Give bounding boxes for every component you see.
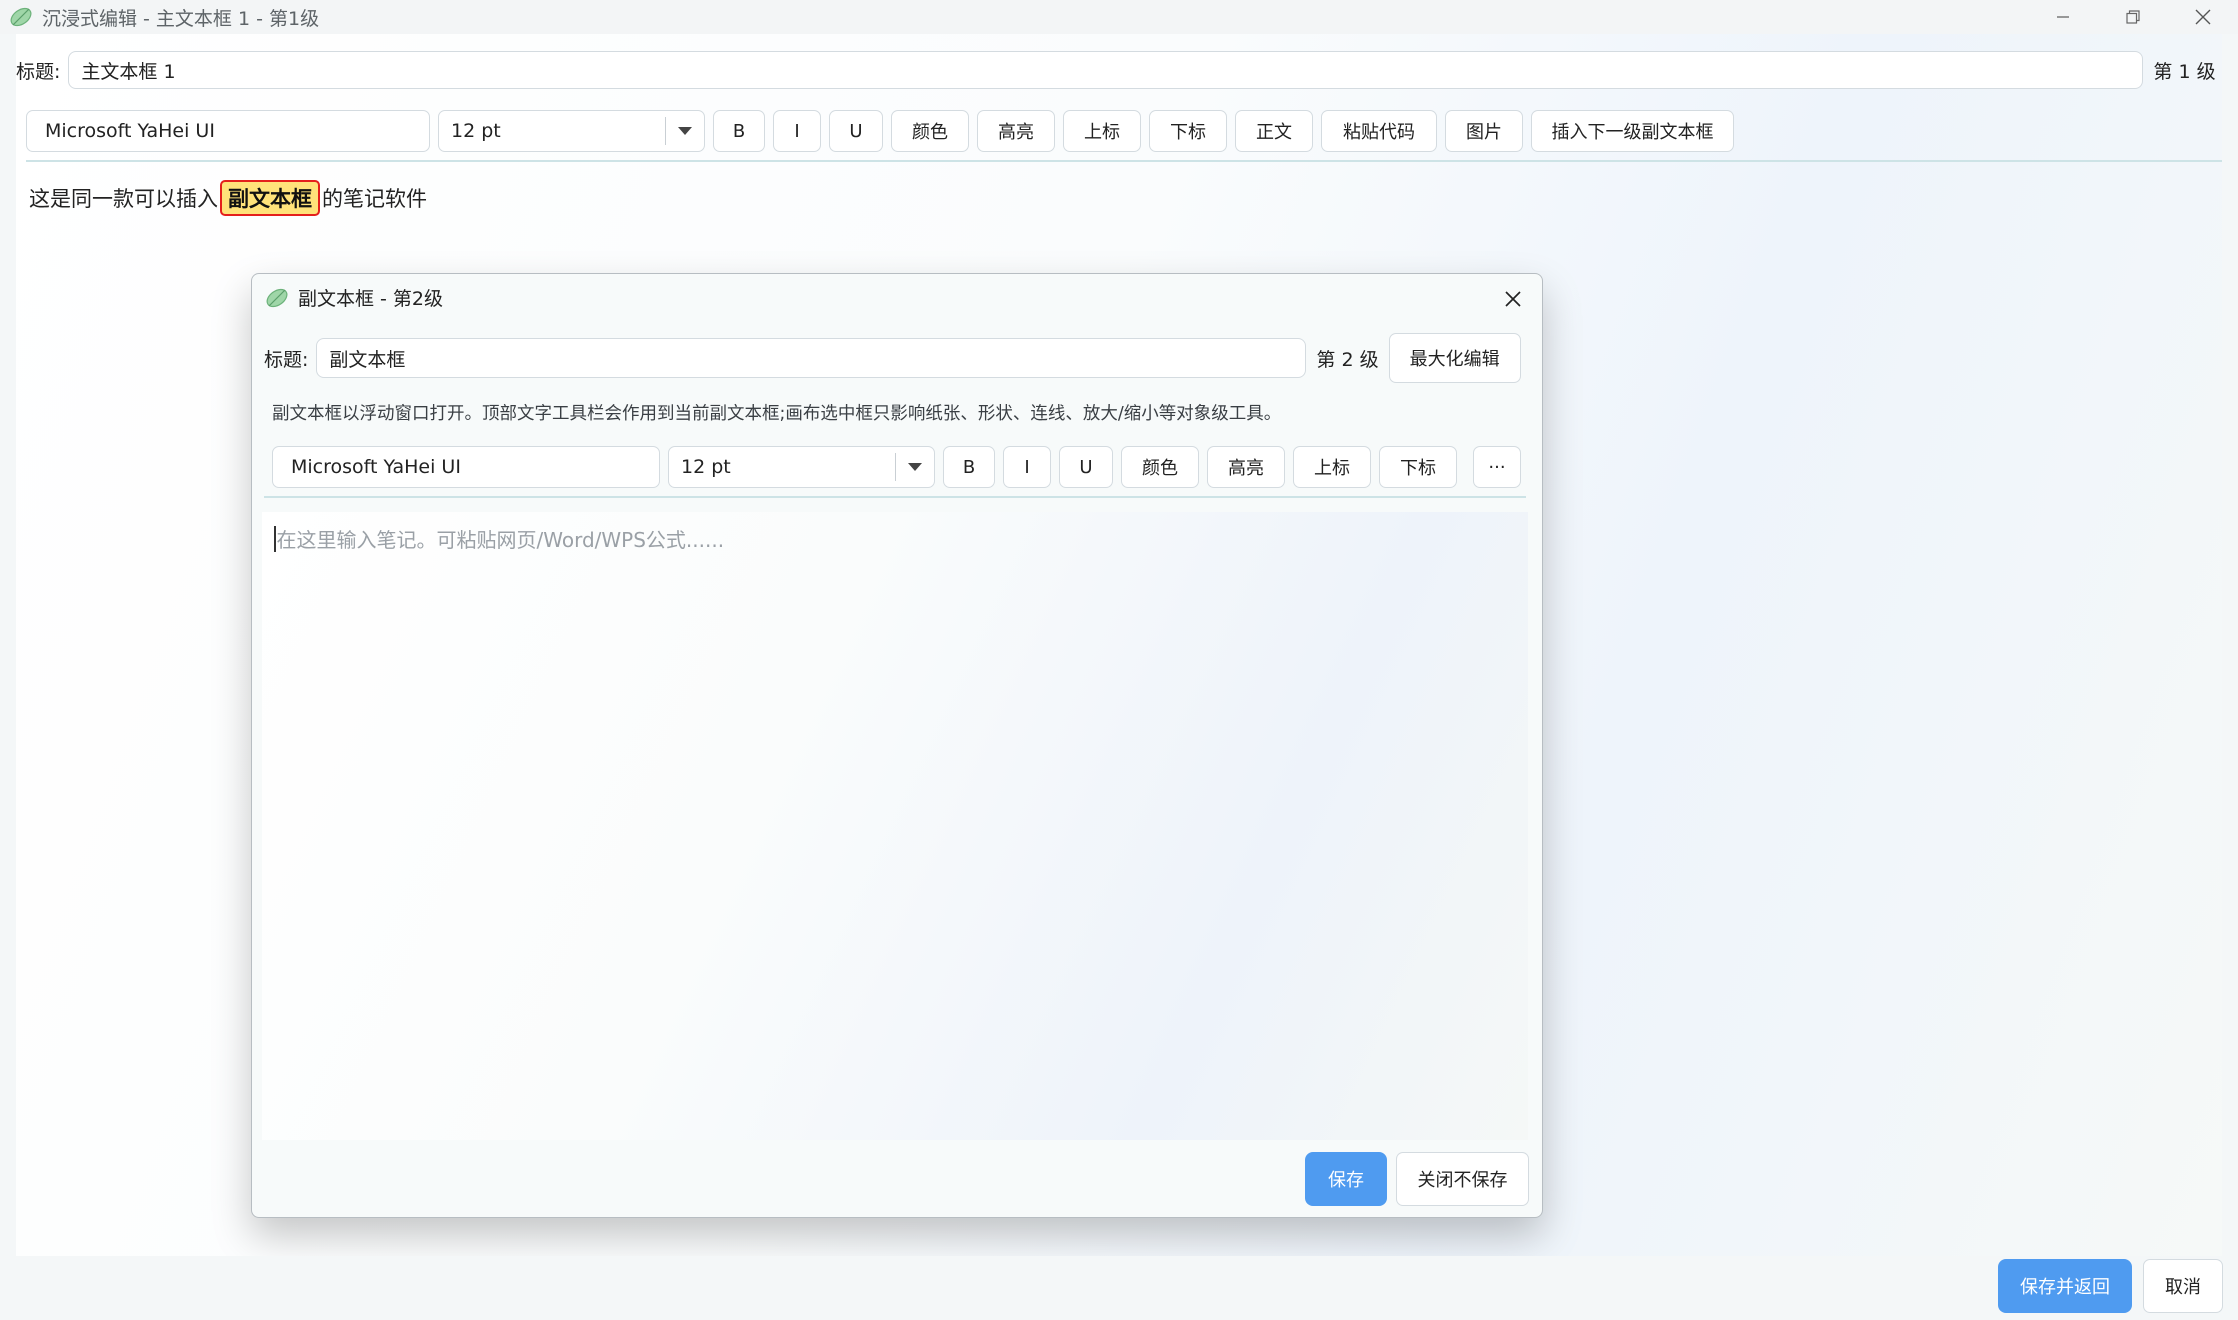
dialog-title-label: 标题: <box>264 348 309 371</box>
save-button[interactable]: 保存 <box>1305 1152 1387 1206</box>
content-text-after: 的笔记软件 <box>322 187 427 211</box>
subtextbox-dialog: 副文本框 - 第2级 标题: 第 2 级 最大化编辑 副文本框以浮动窗口打开。顶… <box>251 273 1543 1218</box>
image-button[interactable]: 图片 <box>1445 110 1523 152</box>
dialog-dropdown-arrow[interactable] <box>895 453 934 481</box>
level-label: 第 1 级 <box>2153 60 2216 83</box>
color-button[interactable]: 颜色 <box>891 110 969 152</box>
main-content[interactable]: 这是同一款可以插入 副文本框 的笔记软件 <box>29 180 427 216</box>
restore-icon <box>2126 10 2140 24</box>
restore-button[interactable] <box>2098 0 2168 34</box>
cancel-button[interactable]: 取消 <box>2143 1259 2223 1313</box>
save-and-return-button[interactable]: 保存并返回 <box>1998 1259 2132 1313</box>
italic-button[interactable]: I <box>773 110 821 152</box>
main-title-input[interactable] <box>68 51 2144 89</box>
close-window-button[interactable] <box>2168 0 2238 34</box>
dialog-title-row: 标题: 第 2 级 最大化编辑 <box>264 333 1534 383</box>
dialog-close-button[interactable] <box>1498 284 1528 314</box>
toolbar-divider <box>26 160 2222 162</box>
dialog-level-label: 第 2 级 <box>1316 348 1379 371</box>
dialog-font-size-select[interactable]: 12 pt <box>668 446 935 488</box>
bold-button[interactable]: B <box>713 110 765 152</box>
more-options-button[interactable]: ··· <box>1473 446 1521 488</box>
bottom-bar <box>0 1256 2238 1320</box>
dialog-highlight-button[interactable]: 高亮 <box>1207 446 1285 488</box>
font-select[interactable]: Microsoft YaHei UI <box>26 110 430 152</box>
minimize-button[interactable] <box>2028 0 2098 34</box>
text-caret <box>274 525 276 552</box>
superscript-button[interactable]: 上标 <box>1063 110 1141 152</box>
dialog-underline-button[interactable]: U <box>1059 446 1113 488</box>
chevron-down-icon <box>908 463 922 471</box>
window-title: 沉浸式编辑 - 主文本框 1 - 第1级 <box>42 7 320 30</box>
subtextbox-chip[interactable]: 副文本框 <box>220 180 320 216</box>
close-icon <box>1505 291 1521 307</box>
paste-code-button[interactable]: 粘贴代码 <box>1321 110 1437 152</box>
dialog-hint-text: 副文本框以浮动窗口打开。顶部文字工具栏会作用到当前副文本框;画布选中框只影响纸张… <box>272 404 1282 424</box>
dialog-title: 副文本框 - 第2级 <box>298 288 444 310</box>
dialog-editor[interactable]: 在这里输入笔记。可粘贴网页/Word/WPS公式...... <box>262 512 1528 1140</box>
leaf-icon <box>266 288 288 307</box>
placeholder-text: 在这里输入笔记。可粘贴网页/Word/WPS公式...... <box>276 528 725 552</box>
insert-subtextbox-button[interactable]: 插入下一级副文本框 <box>1531 110 1734 152</box>
dialog-bold-button[interactable]: B <box>943 446 995 488</box>
font-size-value: 12 pt <box>451 120 501 142</box>
dropdown-arrow[interactable] <box>665 117 704 145</box>
leaf-icon <box>10 7 32 27</box>
highlight-button[interactable]: 高亮 <box>977 110 1055 152</box>
dialog-title-input[interactable] <box>316 338 1307 378</box>
dialog-font-select[interactable]: Microsoft YaHei UI <box>272 446 660 488</box>
dialog-italic-button[interactable]: I <box>1003 446 1051 488</box>
underline-button[interactable]: U <box>829 110 883 152</box>
dialog-superscript-button[interactable]: 上标 <box>1293 446 1371 488</box>
normal-text-button[interactable]: 正文 <box>1235 110 1313 152</box>
dialog-title-bar: 副文本框 - 第2级 <box>264 284 443 311</box>
subscript-button[interactable]: 下标 <box>1149 110 1227 152</box>
close-without-save-button[interactable]: 关闭不保存 <box>1396 1152 1529 1206</box>
dialog-font-size-value: 12 pt <box>681 456 731 478</box>
minimize-icon <box>2057 16 2069 18</box>
font-size-select[interactable]: 12 pt <box>438 110 705 152</box>
maximize-edit-button[interactable]: 最大化编辑 <box>1388 333 1521 383</box>
editor-placeholder: 在这里输入笔记。可粘贴网页/Word/WPS公式...... <box>274 524 724 553</box>
dialog-color-button[interactable]: 颜色 <box>1121 446 1199 488</box>
main-toolbar: Microsoft YaHei UI 12 pt B I U 颜色 高亮 上标 … <box>26 110 1734 152</box>
content-text-before: 这是同一款可以插入 <box>29 187 218 211</box>
main-title-row: 标题: 第 1 级 <box>16 51 2222 89</box>
chevron-down-icon <box>678 127 692 135</box>
title-label: 标题: <box>16 60 61 83</box>
dialog-subscript-button[interactable]: 下标 <box>1379 446 1457 488</box>
window-title-bar: 沉浸式编辑 - 主文本框 1 - 第1级 <box>0 0 2238 34</box>
close-icon <box>2195 9 2211 25</box>
dialog-toolbar-divider <box>264 496 1526 498</box>
dialog-toolbar: Microsoft YaHei UI 12 pt B I U 颜色 高亮 上标 … <box>272 446 1521 488</box>
